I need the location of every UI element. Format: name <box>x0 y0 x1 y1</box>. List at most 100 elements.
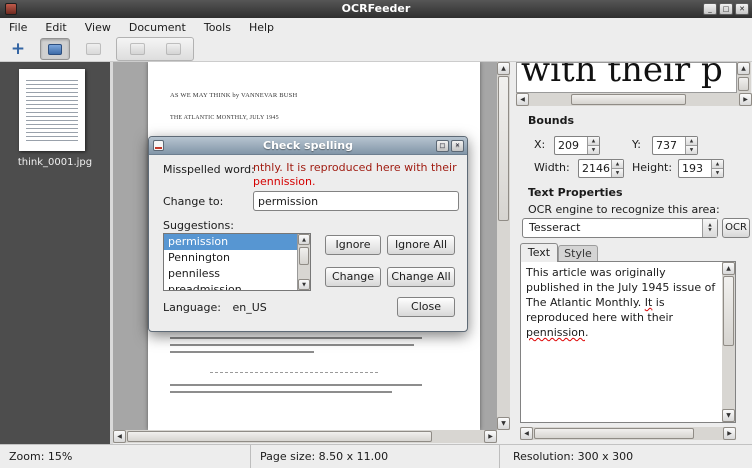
menu-document[interactable]: Document <box>120 18 195 37</box>
scrollbar-thumb[interactable] <box>738 77 749 91</box>
scrollbar-thumb[interactable] <box>534 428 694 439</box>
tab-style[interactable]: Style <box>558 245 598 262</box>
dialog-controls: □ ✕ <box>436 140 464 152</box>
spin-down-icon[interactable]: ▼ <box>686 145 697 154</box>
scroll-left-icon[interactable]: ◀ <box>516 93 529 106</box>
suggestions-list[interactable]: permission Pennington penniless preadmis… <box>163 233 311 291</box>
menu-edit[interactable]: Edit <box>36 18 75 37</box>
add-image-button[interactable]: + <box>7 38 29 60</box>
change-button[interactable]: Change <box>325 267 381 287</box>
area-properties-panel: with their p ▲ ◀ ▶ Bounds X: 209 ▲ ▼ Y: … <box>516 62 752 444</box>
maximize-icon[interactable]: □ <box>719 3 733 15</box>
scroll-up-icon[interactable]: ▲ <box>298 234 310 245</box>
spin-down-icon[interactable]: ▼ <box>588 145 599 154</box>
menu-help[interactable]: Help <box>240 18 283 37</box>
add-icon: + <box>11 39 25 59</box>
scroll-right-icon[interactable]: ▶ <box>484 430 497 443</box>
scroll-left-icon[interactable]: ◀ <box>520 427 533 440</box>
menu-view[interactable]: View <box>76 18 120 37</box>
document-horizontal-scrollbar[interactable]: ◀ ▶ <box>113 430 497 443</box>
dialog-restore-icon[interactable]: □ <box>436 140 449 152</box>
suggestion-item[interactable]: Pennington <box>164 250 298 266</box>
bounds-title: Bounds <box>528 114 574 127</box>
window-controls: _ □ ✕ <box>703 3 749 15</box>
suggestion-item-selected[interactable]: permission <box>164 234 298 250</box>
ignore-all-button[interactable]: Ignore All <box>387 235 455 255</box>
spin-down-icon[interactable]: ▼ <box>712 168 723 177</box>
bounds-y-spinner[interactable]: 737 ▲ ▼ <box>652 136 698 155</box>
suggestion-item[interactable]: preadmission <box>164 282 298 291</box>
ignore-button[interactable]: Ignore <box>325 235 381 255</box>
misspelled-context-text: nthly. It is reproduced here with their <box>253 161 465 175</box>
page-paragraph-lines <box>170 330 422 358</box>
close-button[interactable]: Close <box>397 297 455 317</box>
preview-horizontal-scrollbar[interactable]: ◀ ▶ <box>516 93 752 106</box>
prev-page-button-disabled <box>125 38 149 60</box>
area-preview[interactable]: with their p <box>516 62 737 93</box>
minimize-icon[interactable]: _ <box>703 3 717 15</box>
change-to-input[interactable] <box>253 191 459 211</box>
scrollbar-thumb[interactable] <box>127 431 432 442</box>
page-heading-1: AS WE MAY THINK by VANNEVAR BUSH <box>170 92 297 99</box>
page-size-status: Page size: 8.50 x 11.00 <box>250 445 499 468</box>
ocr-text-area[interactable]: This article was originally published in… <box>520 261 736 423</box>
spin-up-icon[interactable]: ▲ <box>686 137 697 145</box>
zoom-status: Zoom: 15% <box>0 445 250 468</box>
ocr-button[interactable]: OCR <box>722 218 750 238</box>
menu-file[interactable]: File <box>0 18 36 37</box>
scroll-right-icon[interactable]: ▶ <box>739 93 752 106</box>
scroll-down-icon[interactable]: ▼ <box>298 279 310 290</box>
bounds-x-spinner[interactable]: 209 ▲ ▼ <box>554 136 600 155</box>
bounds-x-label: X: <box>534 138 545 151</box>
scrollbar-thumb[interactable] <box>723 276 734 346</box>
close-icon[interactable]: ✕ <box>735 3 749 15</box>
scroll-up-icon[interactable]: ▲ <box>737 62 750 75</box>
spin-up-icon[interactable]: ▲ <box>588 137 599 145</box>
text-line <box>170 391 392 393</box>
page-icon <box>166 43 181 55</box>
scroll-left-icon[interactable]: ◀ <box>113 430 126 443</box>
page-icon <box>130 43 145 55</box>
spin-buttons: ▲ ▼ <box>587 137 599 154</box>
export-button-disabled <box>81 38 105 60</box>
preview-vertical-scrollbar[interactable]: ▲ <box>737 62 751 93</box>
spin-up-icon[interactable]: ▲ <box>712 160 723 168</box>
scrollbar-thumb[interactable] <box>571 94 686 105</box>
combo-arrows-icon: ▲ ▼ <box>702 219 717 237</box>
scroll-up-icon[interactable]: ▲ <box>497 62 510 75</box>
language-label: Language: <box>163 301 221 314</box>
tab-text[interactable]: Text <box>520 243 558 262</box>
textarea-horizontal-scrollbar[interactable]: ◀ ▶ <box>520 427 736 440</box>
bounds-height-spinner[interactable]: 193 ▲ ▼ <box>678 159 724 178</box>
spin-down-icon[interactable]: ▼ <box>612 168 623 177</box>
textarea-vertical-scrollbar[interactable]: ▲ ▼ <box>722 262 735 422</box>
text-properties-title: Text Properties <box>528 186 623 199</box>
statusbar: Zoom: 15% Page size: 8.50 x 11.00 Resolu… <box>0 444 752 468</box>
suggestions-scrollbar[interactable]: ▲ ▼ <box>297 234 310 290</box>
document-icon <box>86 43 101 55</box>
change-all-button[interactable]: Change All <box>387 267 455 287</box>
dialog-titlebar[interactable]: Check spelling □ ✕ <box>149 137 467 155</box>
bounds-width-spinner[interactable]: 2146 ▲ ▼ <box>578 159 624 178</box>
spin-up-icon[interactable]: ▲ <box>612 160 623 168</box>
detect-areas-button[interactable] <box>40 38 70 60</box>
window-titlebar[interactable]: OCRFeeder _ □ ✕ <box>0 0 752 18</box>
scroll-down-icon[interactable]: ▼ <box>722 409 735 422</box>
window-title: OCRFeeder <box>0 0 752 18</box>
check-spelling-dialog: Check spelling □ ✕ Misspelled word: nthl… <box>148 136 468 332</box>
scroll-right-icon[interactable]: ▶ <box>723 427 736 440</box>
menu-tools[interactable]: Tools <box>195 18 240 37</box>
document-vertical-scrollbar[interactable]: ▲ ▼ <box>497 62 510 430</box>
misspelled-context: nthly. It is reproduced here with their … <box>253 161 465 189</box>
thumbnail-label: think_0001.jpg <box>0 157 110 168</box>
page-thumbnail[interactable] <box>19 69 85 151</box>
scrollbar-thumb[interactable] <box>299 247 309 265</box>
scrollbar-thumb[interactable] <box>498 76 509 221</box>
scroll-up-icon[interactable]: ▲ <box>722 262 735 275</box>
suggestion-item[interactable]: penniless <box>164 266 298 282</box>
ocr-engine-select[interactable]: Tesseract ▲ ▼ <box>522 218 718 238</box>
text-line <box>170 351 314 353</box>
dialog-close-icon[interactable]: ✕ <box>451 140 464 152</box>
area-preview-text: with their p <box>521 62 723 90</box>
scroll-down-icon[interactable]: ▼ <box>497 417 510 430</box>
